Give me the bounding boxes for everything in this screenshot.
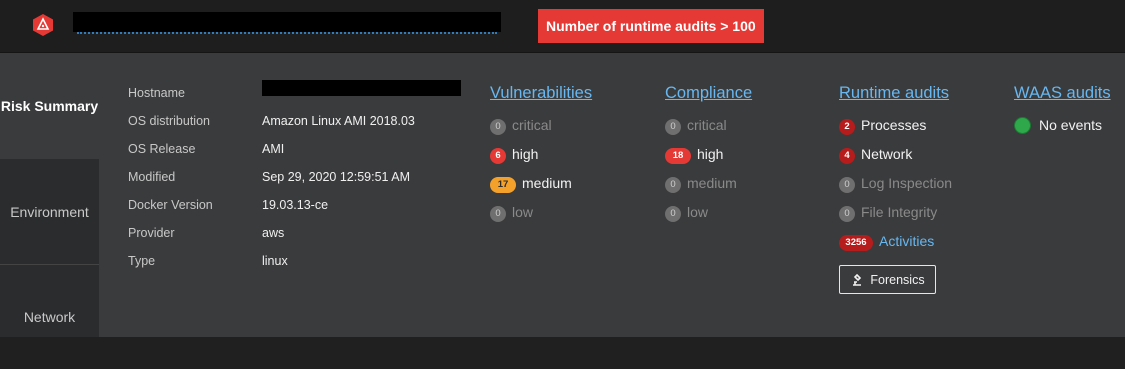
count-badge: 0	[490, 119, 506, 135]
severity-label: low	[687, 204, 709, 220]
vuln-medium[interactable]: 17 medium	[490, 173, 572, 193]
app-logo-icon	[33, 14, 53, 36]
runtime-file-integrity[interactable]: 0 File Integrity	[839, 202, 937, 222]
runtime-log-inspection[interactable]: 0 Log Inspection	[839, 173, 952, 193]
detail-label: Provider	[128, 226, 175, 240]
compliance-link[interactable]: Compliance	[665, 81, 752, 105]
tab-environment[interactable]: Environment	[0, 159, 99, 265]
compliance-medium[interactable]: 0 medium	[665, 173, 737, 193]
tab-risk-summary[interactable]: Risk Summary	[0, 53, 99, 159]
waas-status: No events	[1014, 115, 1102, 135]
severity-label: medium	[522, 175, 572, 191]
detail-label: Hostname	[128, 86, 185, 100]
title-underline	[77, 32, 497, 34]
count-badge: 0	[839, 177, 855, 193]
detail-row-docker-version: Docker Version 19.03.13-ce	[128, 195, 468, 215]
severity-label: medium	[687, 175, 737, 191]
runtime-network[interactable]: 4 Network	[839, 144, 912, 164]
count-badge: 0	[490, 206, 506, 222]
tab-network[interactable]: Network	[0, 265, 99, 337]
forensics-label: Forensics	[870, 272, 925, 287]
forensics-icon	[853, 273, 862, 286]
detail-label: Modified	[128, 170, 176, 184]
detail-value: linux	[262, 254, 288, 268]
activities-link[interactable]: Activities	[879, 233, 934, 249]
severity-label: high	[697, 146, 724, 162]
detail-value: AMI	[262, 142, 285, 156]
count-badge: 6	[490, 148, 506, 164]
audit-label: Processes	[861, 117, 927, 133]
count-badge: 17	[490, 177, 516, 193]
detail-label: OS distribution	[128, 114, 210, 128]
detail-row-os-release: OS Release AMI	[128, 139, 468, 159]
severity-label: high	[512, 146, 539, 162]
audit-label: Log Inspection	[861, 175, 953, 191]
runtime-audits-link[interactable]: Runtime audits	[839, 81, 949, 105]
compliance-column: Compliance 0 critical 18 high 0 medium 0 low	[665, 81, 752, 222]
count-badge: 18	[665, 148, 691, 164]
detail-row-type: Type linux	[128, 251, 468, 271]
waas-audits-column: WAAS audits No events	[1014, 81, 1111, 134]
vuln-high[interactable]: 6 high	[490, 144, 538, 164]
count-badge: 3256	[839, 235, 873, 251]
side-nav: Risk Summary Environment Network	[0, 53, 99, 337]
redacted-host-title	[73, 12, 501, 32]
vuln-low[interactable]: 0 low	[490, 202, 533, 222]
count-badge: 0	[665, 119, 681, 135]
count-badge: 2	[839, 119, 855, 135]
detail-value: Amazon Linux AMI 2018.03	[262, 114, 415, 128]
compliance-low[interactable]: 0 low	[665, 202, 708, 222]
detail-value: aws	[262, 226, 285, 240]
waas-audits-link[interactable]: WAAS audits	[1014, 81, 1111, 105]
severity-label: critical	[687, 117, 727, 133]
runtime-audits-column: Runtime audits 2 Processes 4 Network 0 Log …	[839, 81, 952, 294]
audit-label: Network	[861, 146, 913, 162]
detail-label: Docker Version	[128, 198, 213, 212]
severity-label: critical	[512, 117, 552, 133]
detail-label: OS Release	[128, 142, 196, 156]
detail-value: 19.03.13-ce	[262, 198, 329, 212]
detail-row-provider: Provider aws	[128, 223, 468, 243]
compliance-high[interactable]: 18 high	[665, 144, 723, 164]
detail-row-os-distribution: OS distribution Amazon Linux AMI 2018.03	[128, 111, 468, 131]
compliance-critical[interactable]: 0 critical	[665, 115, 727, 135]
vuln-critical[interactable]: 0 critical	[490, 115, 552, 135]
redacted-hostname	[262, 80, 461, 96]
vulnerabilities-column: Vulnerabilities 0 critical 6 high 17 medium…	[490, 81, 592, 222]
forensics-button[interactable]: Forensics	[839, 265, 936, 294]
count-badge: 4	[839, 148, 855, 164]
detail-label: Type	[128, 254, 156, 268]
count-badge: 0	[839, 206, 855, 222]
detail-row-modified: Modified Sep 29, 2020 12:59:51 AM	[128, 167, 468, 187]
runtime-activities[interactable]: 3256 Activities	[839, 231, 934, 251]
status-ok-icon	[1014, 117, 1031, 134]
top-bar: Number of runtime audits > 100	[0, 0, 1125, 53]
severity-label: low	[512, 204, 534, 220]
runtime-audits-alert-badge: Number of runtime audits > 100	[538, 9, 764, 43]
count-badge: 0	[665, 206, 681, 222]
main-panel: Risk Summary Environment Network Hostnam…	[0, 53, 1125, 337]
waas-status-label: No events	[1039, 117, 1103, 133]
count-badge: 0	[665, 177, 681, 193]
runtime-processes[interactable]: 2 Processes	[839, 115, 926, 135]
vulnerabilities-link[interactable]: Vulnerabilities	[490, 81, 592, 105]
audit-label: File Integrity	[861, 204, 938, 220]
detail-value: Sep 29, 2020 12:59:51 AM	[262, 170, 411, 184]
